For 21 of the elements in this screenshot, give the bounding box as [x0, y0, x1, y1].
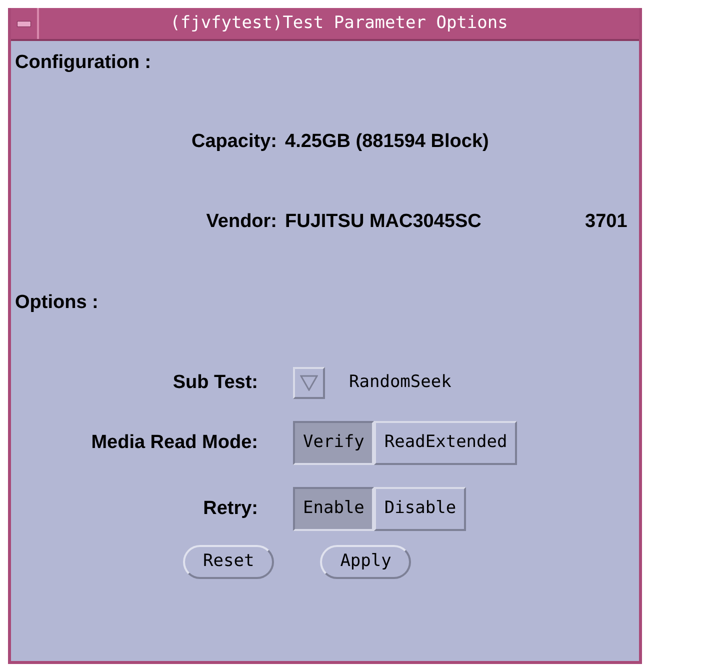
toggle-button[interactable]: Disable [374, 487, 466, 531]
field-label: Media Read Mode: [90, 430, 258, 455]
field-value: FUJITSU MAC3045SC [285, 210, 482, 234]
field-label: Sub Test: [172, 370, 258, 395]
dropdown-button[interactable] [293, 367, 325, 399]
dropdown-value: RandomSeek [349, 371, 452, 394]
toggle-button[interactable]: Verify [293, 421, 374, 465]
section-heading: Options : [15, 290, 100, 314]
field-label: Retry: [202, 496, 258, 521]
field-label: Capacity: [190, 130, 277, 154]
triangle-icon [300, 375, 318, 391]
menu-icon [17, 20, 31, 26]
toggle-button[interactable]: ReadExtended [374, 421, 518, 465]
section-heading: Configuration : [15, 51, 152, 75]
toggle-button[interactable]: Enable [293, 487, 374, 531]
action-button[interactable]: Apply [320, 545, 412, 578]
action-button[interactable]: Reset [183, 545, 274, 578]
field-value: 4.25GB (881594 Block) [285, 130, 490, 154]
field-value: 3701 [585, 210, 628, 234]
field-label: Vendor: [205, 210, 277, 234]
window-title: (fjvfytest)Test Parameter Options [169, 12, 509, 35]
